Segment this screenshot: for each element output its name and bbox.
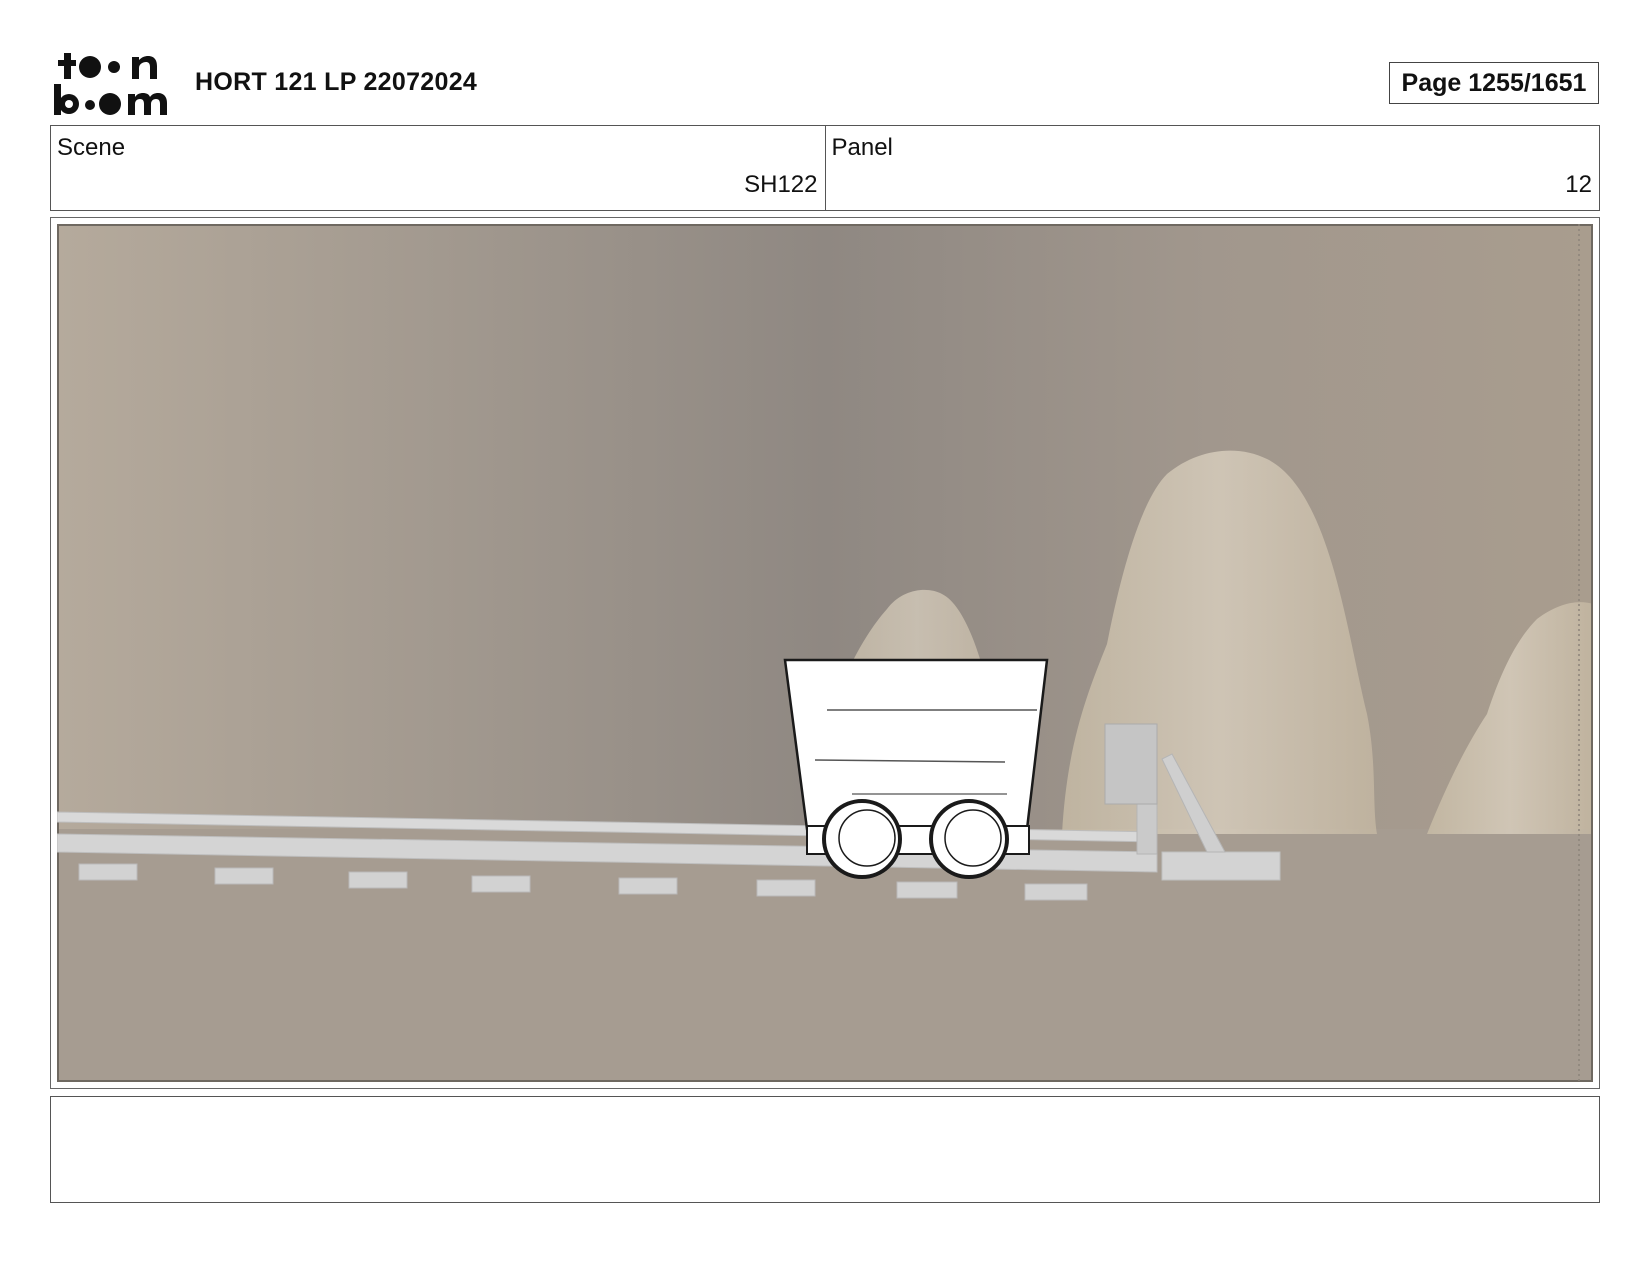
toon-boom-logo bbox=[52, 50, 172, 116]
storyboard-image bbox=[57, 224, 1593, 1082]
scene-panel-row: Scene SH122 Panel 12 bbox=[50, 125, 1600, 211]
document-title: HORT 121 LP 22072024 bbox=[195, 68, 478, 96]
scene-label: Scene bbox=[57, 134, 126, 161]
panel-cell: Panel 12 bbox=[824, 126, 1600, 210]
storyboard-frame bbox=[50, 217, 1600, 1089]
panel-value: 12 bbox=[1565, 171, 1592, 198]
notes-box bbox=[50, 1096, 1600, 1203]
scene-cell: Scene SH122 bbox=[51, 126, 825, 210]
mine-cart bbox=[783, 658, 1049, 879]
panel-label: Panel bbox=[831, 134, 893, 161]
scene-value: SH122 bbox=[744, 171, 818, 198]
page-number: Page 1255/1651 bbox=[1389, 62, 1599, 104]
